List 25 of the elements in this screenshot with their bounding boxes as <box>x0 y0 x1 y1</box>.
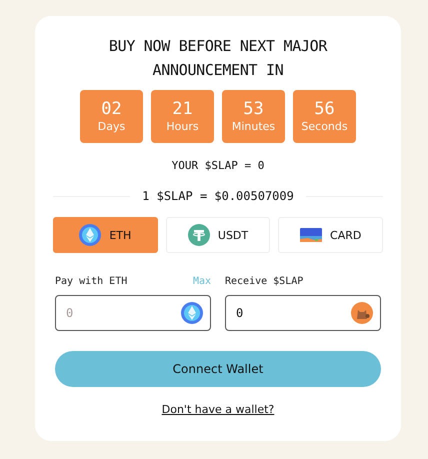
countdown-label: Days <box>98 120 126 133</box>
ethereum-icon <box>79 224 102 246</box>
countdown-label: Seconds <box>301 120 348 133</box>
countdown-value: 53 <box>243 100 264 118</box>
headline: BUY NOW BEFORE NEXT MAJOR ANNOUNCEMENT IN <box>108 36 328 81</box>
payment-tab[interactable]: ETH <box>53 217 158 253</box>
no-wallet-link[interactable]: Don't have a wallet? <box>162 403 274 416</box>
receive-amount-field[interactable]: 0 <box>225 295 381 331</box>
countdown-value: 02 <box>101 100 122 118</box>
payment-tab[interactable]: USDT <box>166 217 270 253</box>
countdown-label: Hours <box>166 120 199 133</box>
balance-text: YOUR $SLAP = 0 <box>172 159 264 172</box>
countdown-label: Minutes <box>232 120 276 133</box>
token-icon <box>351 302 373 324</box>
credit-card-icon <box>300 228 322 242</box>
connect-wallet-button[interactable]: Connect Wallet <box>55 351 381 387</box>
pay-amount-field[interactable]: 0 <box>55 295 211 331</box>
tether-icon <box>188 224 210 246</box>
payment-tab[interactable]: CARD <box>278 217 384 253</box>
field-label: Pay with ETH <box>55 276 128 286</box>
countdown-value: 56 <box>314 100 335 118</box>
countdown-value: 21 <box>172 100 193 118</box>
field-label: Receive $SLAP <box>225 276 304 286</box>
price-text: 1 $SLAP = $0.00507009 <box>142 189 294 203</box>
ethereum-icon <box>181 302 203 324</box>
